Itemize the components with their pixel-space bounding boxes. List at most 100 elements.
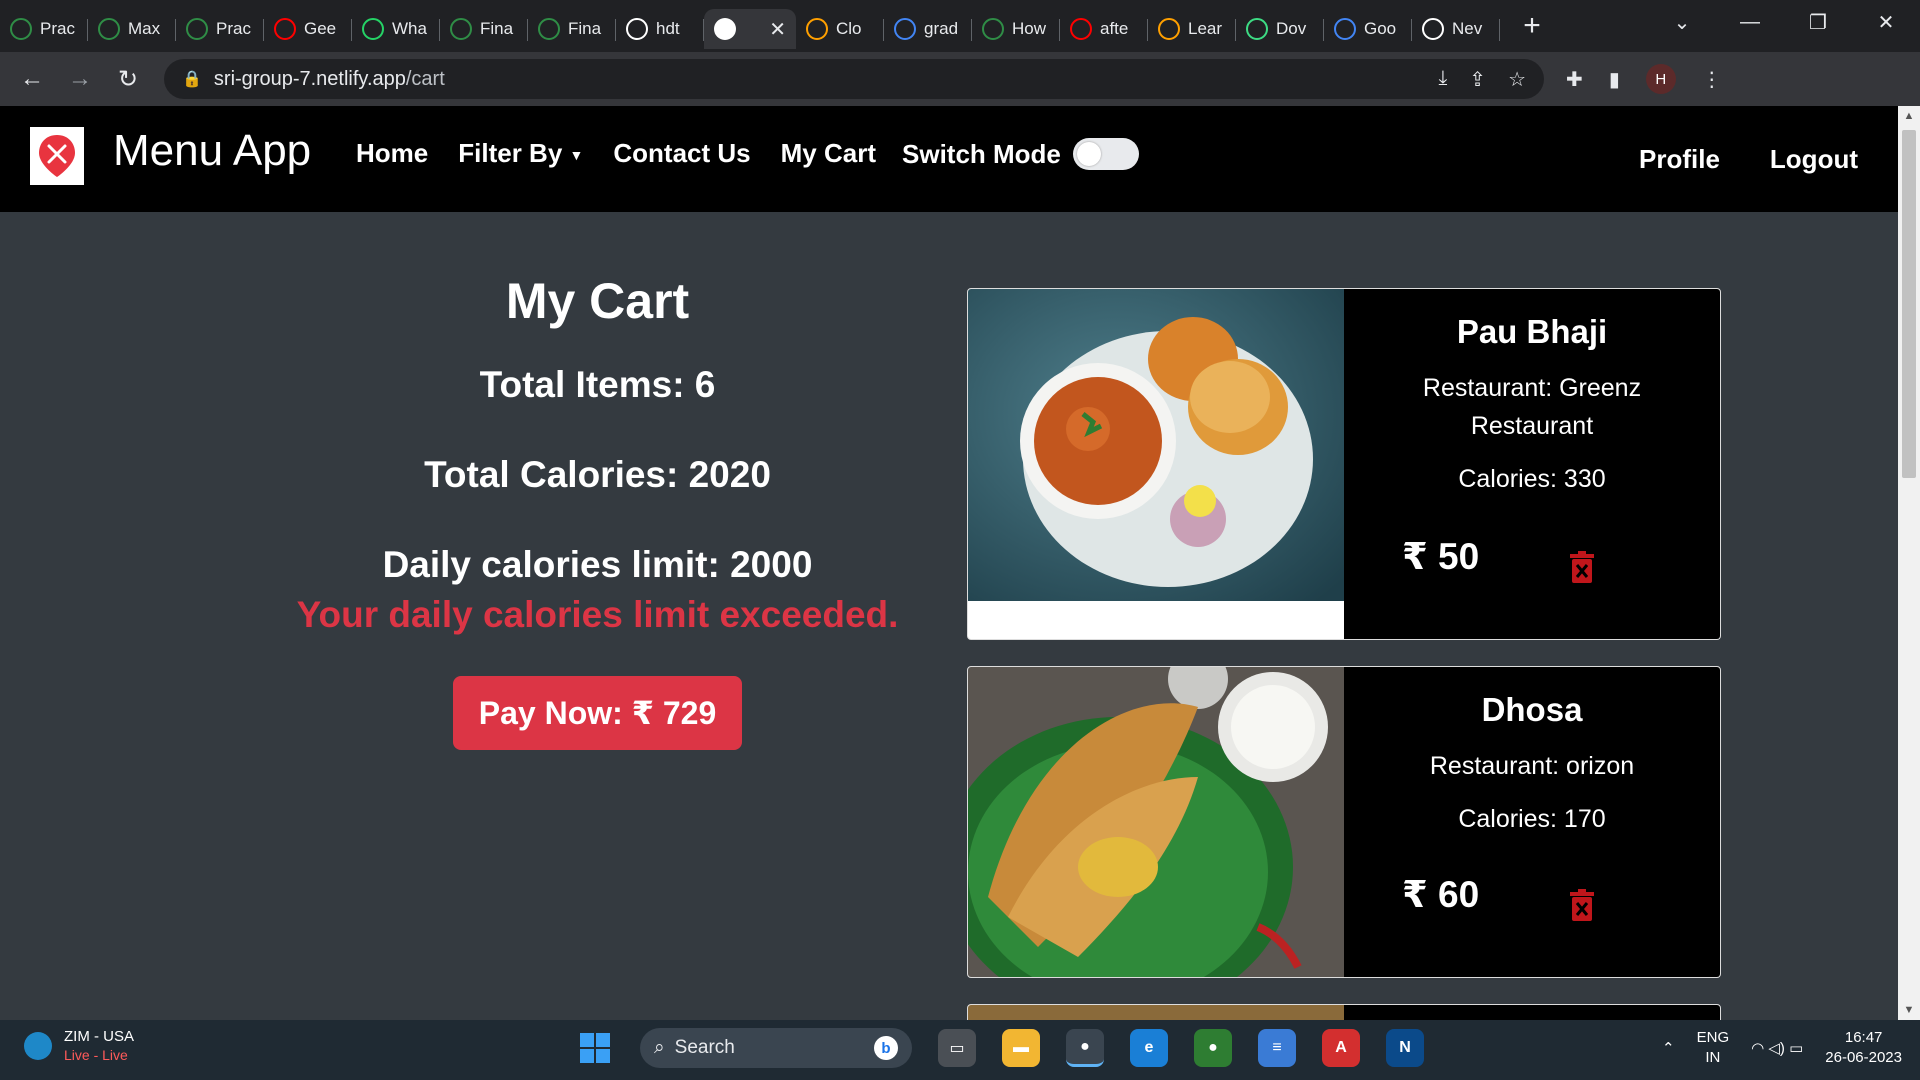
browser-tab[interactable]: Fina xyxy=(440,9,528,49)
filter-label: Filter By xyxy=(458,138,563,168)
food-image xyxy=(968,1005,1344,1020)
tab-label: Prac xyxy=(40,19,75,38)
close-window-button[interactable]: ✕ xyxy=(1852,10,1920,35)
cart-item-card: Dhosa Restaurant: orizon Calories: 170 ₹… xyxy=(967,666,1721,978)
task-view-icon[interactable]: ▭ xyxy=(938,1029,976,1067)
item-calories: Calories: 170 xyxy=(1458,805,1606,833)
avatar[interactable]: H xyxy=(1645,64,1676,94)
lock-icon: 🔒 xyxy=(182,71,202,88)
scrollbar-thumb[interactable] xyxy=(1902,130,1916,478)
extensions-icon[interactable]: ✚ xyxy=(1566,67,1583,92)
pay-now-button[interactable]: Pay Now: ₹ 729 xyxy=(452,676,743,750)
dhosa-image xyxy=(968,667,1344,977)
delete-trash-icon[interactable] xyxy=(1568,551,1596,583)
clock-date: 26-06-2023 xyxy=(1825,1049,1902,1066)
leaf-icon xyxy=(450,18,472,40)
nav-home-link[interactable]: Home xyxy=(356,138,428,169)
forward-icon[interactable]: → xyxy=(56,65,104,93)
scroll-down-icon[interactable]: ▼ xyxy=(1898,1004,1920,1016)
dark-mode-toggle[interactable] xyxy=(1072,138,1139,170)
url-input[interactable]: 🔒 sri-group-7.netlify.app /cart ⤓ ⇪ ☆ xyxy=(164,59,1544,99)
cart-item-card-partial xyxy=(967,1004,1721,1020)
caret-down-icon: ▼ xyxy=(569,147,584,164)
browser-tab[interactable]: grad xyxy=(884,9,972,49)
news-widget[interactable]: ZIM - USA Live - Live xyxy=(24,1028,134,1063)
browser-tab[interactable]: hdt xyxy=(616,9,704,49)
browser-tab[interactable]: Dov xyxy=(1236,9,1324,49)
acrobat-icon[interactable]: A xyxy=(1322,1029,1360,1067)
logout-link[interactable]: Logout xyxy=(1770,144,1858,175)
app-icon[interactable]: N xyxy=(1386,1029,1424,1067)
browser-tab[interactable]: Prac xyxy=(176,9,264,49)
tab-label: Gee xyxy=(304,19,337,38)
clock-time: 16:47 xyxy=(1844,1029,1883,1046)
firebase-icon xyxy=(1158,18,1180,40)
edge-icon[interactable]: e xyxy=(1130,1029,1168,1067)
reload-icon[interactable]: ↻ xyxy=(104,65,152,94)
total-items: Total Items: 6 xyxy=(479,364,716,405)
tab-label: Max xyxy=(128,19,161,38)
browser-tab[interactable]: Wha xyxy=(352,9,440,49)
share-icon[interactable]: ⇪ xyxy=(1469,67,1486,92)
new-tab-button[interactable]: + xyxy=(1514,9,1550,43)
chrome-icon xyxy=(1422,18,1444,40)
browser-tab[interactable]: afte xyxy=(1060,9,1148,49)
tab-search-icon[interactable]: ⌄ xyxy=(1648,10,1716,35)
nav-cart-link[interactable]: My Cart xyxy=(781,138,876,169)
notepad-icon[interactable]: ≡ xyxy=(1258,1029,1296,1067)
url-path: /cart xyxy=(405,67,445,90)
close-tab-icon[interactable]: ✕ xyxy=(769,17,786,42)
tab-label: grad xyxy=(924,19,959,38)
item-name: Dhosa xyxy=(1481,691,1583,728)
clock[interactable]: 16:47 26-06-2023 xyxy=(1825,1028,1902,1068)
tab-label: Fina xyxy=(480,19,514,38)
browser-tab[interactable]: Nev xyxy=(1412,9,1500,49)
nav-filter-dropdown[interactable]: Filter By ▼ xyxy=(458,138,583,169)
browser-tab[interactable]: ✕ xyxy=(704,9,796,49)
lang-line-2: IN xyxy=(1705,1049,1721,1066)
delete-trash-icon[interactable] xyxy=(1568,889,1596,921)
geeksforgeeks-icon xyxy=(10,18,32,40)
browser-tab[interactable]: How xyxy=(972,9,1060,49)
chrome-icon[interactable]: ● xyxy=(1066,1029,1104,1067)
scroll-up-icon[interactable]: ▲ xyxy=(1898,110,1920,122)
restore-button[interactable]: ❐ xyxy=(1784,10,1852,35)
cart-item-card: Pau Bhaji Restaurant: Greenz Restaurant … xyxy=(967,288,1721,640)
app-logo-icon[interactable] xyxy=(30,127,84,185)
minimize-button[interactable]: — xyxy=(1716,11,1784,34)
chevron-up-icon[interactable]: ⌃ xyxy=(1662,1039,1675,1057)
browser-tab[interactable]: Gee xyxy=(264,9,352,49)
switch-mode-label: Switch Mode xyxy=(902,138,1061,169)
bing-icon[interactable]: b xyxy=(874,1036,898,1060)
start-icon[interactable] xyxy=(580,1033,610,1063)
search-placeholder: Search xyxy=(674,1037,735,1058)
install-icon[interactable]: ⤓ xyxy=(1438,67,1447,92)
taskbar-search-input[interactable]: ⌕ Search b xyxy=(640,1028,912,1068)
profile-link[interactable]: Profile xyxy=(1639,144,1720,175)
brand-title[interactable]: Menu App xyxy=(113,126,311,176)
browser-tab[interactable]: Max xyxy=(88,9,176,49)
file-explorer-icon[interactable]: ▬ xyxy=(1002,1029,1040,1067)
browser-tab[interactable]: Goo xyxy=(1324,9,1412,49)
tab-label: Wha xyxy=(392,19,427,38)
calorie-warning: Your daily calories limit exceeded. xyxy=(296,594,899,635)
whatsapp-icon xyxy=(362,18,384,40)
browser-tab[interactable]: Fina xyxy=(528,9,616,49)
wifi-icon[interactable]: ◠ ◁) ▭ xyxy=(1751,1039,1803,1057)
chrome-profile-icon[interactable]: ● xyxy=(1194,1029,1232,1067)
page-scrollbar[interactable]: ▲ ▼ xyxy=(1898,106,1920,1020)
item-price: ₹ 50 xyxy=(1402,536,1480,577)
browser-tab[interactable]: Lear xyxy=(1148,9,1236,49)
google-icon xyxy=(1334,18,1356,40)
more-menu-icon[interactable]: ⋮ xyxy=(1702,67,1722,92)
browser-tab[interactable]: Prac xyxy=(0,9,88,49)
tab-label: Dov xyxy=(1276,19,1307,38)
browser-tab[interactable]: Clo xyxy=(796,9,884,49)
language-indicator[interactable]: ENG IN xyxy=(1697,1028,1730,1068)
geeksforgeeks-icon xyxy=(98,18,120,40)
back-icon[interactable]: ← xyxy=(8,65,56,93)
side-panel-icon[interactable]: ▮ xyxy=(1609,67,1620,92)
nav-contact-link[interactable]: Contact Us xyxy=(613,138,750,169)
star-icon[interactable]: ☆ xyxy=(1508,67,1526,92)
youtube-icon xyxy=(274,18,296,40)
